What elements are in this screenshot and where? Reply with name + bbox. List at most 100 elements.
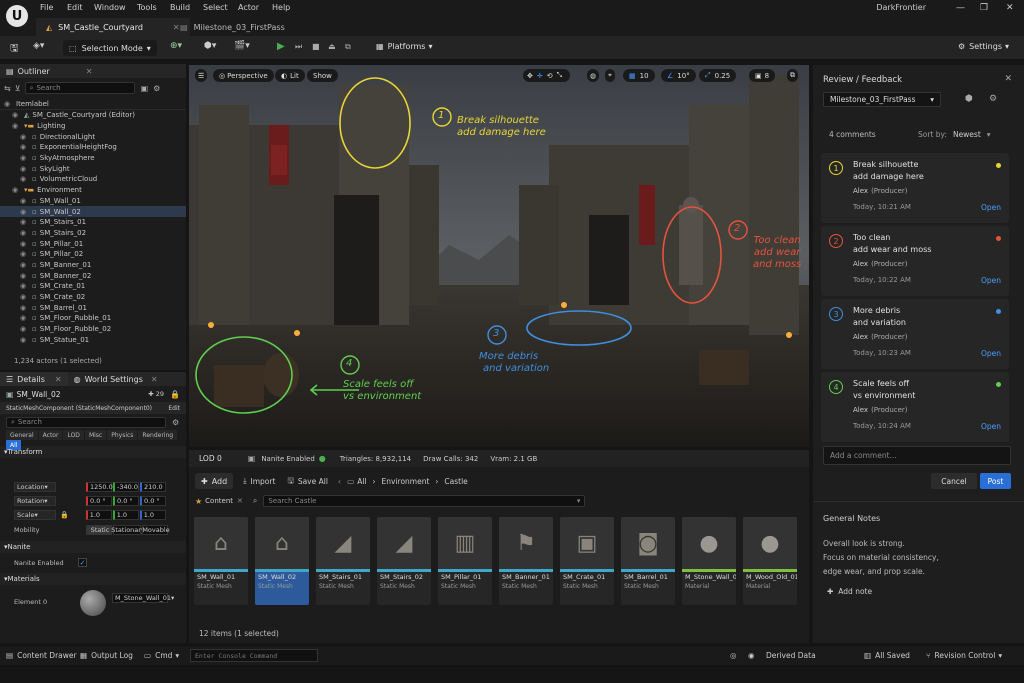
outliner-item[interactable]: ◉ ▫ SM_Pillar_02	[0, 249, 186, 260]
outliner-item[interactable]: ◉ ▾▬ Lighting	[0, 121, 186, 132]
materials-section[interactable]: ▾ Materials	[0, 573, 186, 585]
outliner-item[interactable]: ◉ ▫ SM_Stairs_02	[0, 228, 186, 239]
rotation-dropdown[interactable]: Rotation ▾	[14, 496, 56, 506]
tab-milestone[interactable]: ▤ Milestone_03_FirstPass	[170, 18, 295, 36]
close-icon[interactable]: ✕	[55, 375, 62, 384]
location-y[interactable]: -340.0	[113, 482, 139, 492]
category-tab[interactable]: Misc	[84, 430, 107, 440]
level-viewport[interactable]: 1 Break silhouette add damage here 2 Too …	[189, 65, 809, 447]
material-dropdown[interactable]: M_Stone_Wall_01 ▾	[112, 593, 174, 603]
outliner-item[interactable]: ◉ ▫ SM_Statue_01	[0, 334, 186, 345]
eye-icon[interactable]: ◉	[20, 336, 28, 344]
breadcrumb-environment[interactable]: Environment	[382, 477, 430, 486]
comment-status-link[interactable]: Open	[981, 422, 1001, 431]
content-search-input[interactable]: Search Castle ▾	[263, 495, 586, 507]
eye-icon[interactable]: ◉	[20, 272, 28, 280]
eye-icon[interactable]: ◉	[20, 165, 28, 173]
outliner-item[interactable]: ◉ ▫ SM_Pillar_01	[0, 238, 186, 249]
gear-icon[interactable]: ⚙	[989, 94, 997, 104]
eye-icon[interactable]: ◉	[20, 261, 28, 269]
filter-icon[interactable]: ⬢	[965, 94, 973, 104]
lock-icon[interactable]: 🔒	[60, 511, 69, 519]
milestone-dropdown[interactable]: Milestone_03_FirstPass ▾	[823, 92, 941, 107]
derived-data-button[interactable]: Derived Data	[766, 651, 816, 660]
scale-dropdown[interactable]: Scale ▾	[14, 510, 56, 520]
comment-status-link[interactable]: Open	[981, 203, 1001, 212]
asset-tile[interactable]: ◢ SM_Stairs_02 Static Mesh	[377, 517, 431, 605]
eye-icon[interactable]: ◉	[20, 208, 28, 216]
details-search-input[interactable]: ⌕ Search	[6, 416, 166, 428]
output-log-button[interactable]: ▦ Output Log	[80, 651, 133, 660]
outliner-item[interactable]: ◉ ◭ SM_Castle_Courtyard (Editor)	[0, 110, 186, 121]
menu-select[interactable]: Select	[203, 3, 228, 12]
outliner-search-input[interactable]: ⌕ Search	[24, 82, 135, 94]
menu-file[interactable]: File	[40, 3, 53, 12]
scale-x[interactable]: 1.0	[85, 510, 112, 520]
filter-icon[interactable]: ⇆	[4, 84, 11, 93]
edit-button[interactable]: Edit	[168, 405, 180, 412]
transform-section[interactable]: ▾ Transform	[0, 446, 186, 458]
chevron-left-icon[interactable]: ‹	[338, 477, 341, 486]
console-input[interactable]: Enter Console Command	[190, 649, 318, 662]
outliner-item[interactable]: ◉ ▫ SkyAtmosphere	[0, 153, 186, 164]
eye-icon[interactable]: ◉	[20, 240, 28, 248]
transform-tools[interactable]: ✥ ✛ ⟲ ⤡	[523, 69, 571, 82]
perspective-button[interactable]: ◎ Perspective	[213, 69, 274, 82]
launch-icon[interactable]: ⧉	[345, 42, 351, 52]
outliner-item[interactable]: ◉ ▫ SM_Wall_01	[0, 196, 186, 207]
outliner-item[interactable]: ◉ ▫ SM_Banner_02	[0, 270, 186, 281]
outliner-item[interactable]: ◉ ▫ ExponentialHeightFog	[0, 142, 186, 153]
outliner-column-header[interactable]: ◉ Itemlabel	[0, 98, 186, 110]
add-note-button[interactable]: ✚ Add note	[827, 587, 872, 596]
asset-tile[interactable]: ⌂ SM_Wall_02 Static Mesh	[255, 517, 309, 605]
eye-icon[interactable]: ◉	[12, 122, 20, 130]
category-tab[interactable]: LOD	[63, 430, 84, 440]
settings-icon[interactable]: ⚙	[153, 84, 160, 93]
settings-button[interactable]: ⚙ Settings ▾	[958, 42, 1009, 51]
menu-actor[interactable]: Actor	[238, 3, 259, 12]
comment-card[interactable]: 2 Too clean add wear and moss Alex (Producer…	[821, 226, 1009, 296]
add-button[interactable]: ✚ Add	[195, 473, 234, 489]
import-button[interactable]: ⤓ Import	[243, 476, 275, 486]
lock-icon[interactable]: 🔒	[170, 390, 180, 399]
save-all-button[interactable]: 🖫 Save All	[287, 475, 327, 488]
unreal-logo[interactable]: U	[6, 5, 28, 27]
show-button[interactable]: Show	[307, 69, 338, 82]
eye-icon[interactable]: ◉	[20, 250, 28, 258]
nanite-checkbox[interactable]: ✓	[78, 558, 87, 567]
post-button[interactable]: Post	[980, 473, 1011, 489]
asset-tile[interactable]: ⚑ SM_Banner_01 Static Mesh	[499, 517, 553, 605]
mobility-stationary[interactable]: Stationary	[111, 525, 145, 535]
outliner-item[interactable]: ◉ ▫ SM_Crate_01	[0, 281, 186, 292]
grid-snap-button[interactable]: ▦ 10	[623, 69, 655, 82]
menu-tools[interactable]: Tools	[137, 3, 157, 12]
tab-world-settings[interactable]: ◍ World Settings ✕	[68, 372, 164, 386]
material-thumbnail[interactable]	[80, 590, 106, 616]
asset-tile[interactable]: ◢ SM_Stairs_01 Static Mesh	[316, 517, 370, 605]
world-local-button[interactable]: ◍	[587, 69, 600, 82]
cancel-button[interactable]: Cancel	[931, 473, 977, 489]
menu-help[interactable]: Help	[272, 3, 290, 12]
eye-icon[interactable]: ◉	[20, 218, 28, 226]
category-tab[interactable]: General	[6, 430, 38, 440]
content-tab-label[interactable]: Content	[205, 497, 233, 505]
menu-window[interactable]: Window	[94, 3, 126, 12]
comment-card[interactable]: 1 Break silhouette add damage here Alex (Pro…	[821, 153, 1009, 223]
blueprint-icon[interactable]: ⬢▾	[204, 41, 216, 51]
minimize-icon[interactable]: —	[956, 3, 965, 13]
asset-tile[interactable]: ● M_Stone_Wall_01 Material	[682, 517, 736, 605]
comment-status-link[interactable]: Open	[981, 349, 1001, 358]
lit-button[interactable]: ◐ Lit	[275, 69, 305, 82]
add-actor-icon[interactable]: ⊕▾	[170, 41, 182, 51]
eye-icon[interactable]: ◉	[20, 325, 28, 333]
cmd-dropdown[interactable]: ▭ Cmd ▾	[144, 651, 179, 660]
maximize-viewport-button[interactable]: ⧉	[787, 69, 798, 82]
annotation-3-text[interactable]: More debris and variation	[479, 351, 549, 375]
rotation-y[interactable]: 0.0 °	[113, 496, 139, 506]
comment-card[interactable]: 3 More debris and variation Alex (Producer) T…	[821, 299, 1009, 369]
mobility-static[interactable]: Static	[86, 525, 112, 535]
maximize-icon[interactable]: ❐	[980, 3, 988, 13]
eject-icon[interactable]: ⏏	[328, 42, 336, 51]
camera-speed-button[interactable]: ▣ 8	[749, 69, 776, 82]
rotation-z[interactable]: 0.0 °	[140, 496, 166, 506]
